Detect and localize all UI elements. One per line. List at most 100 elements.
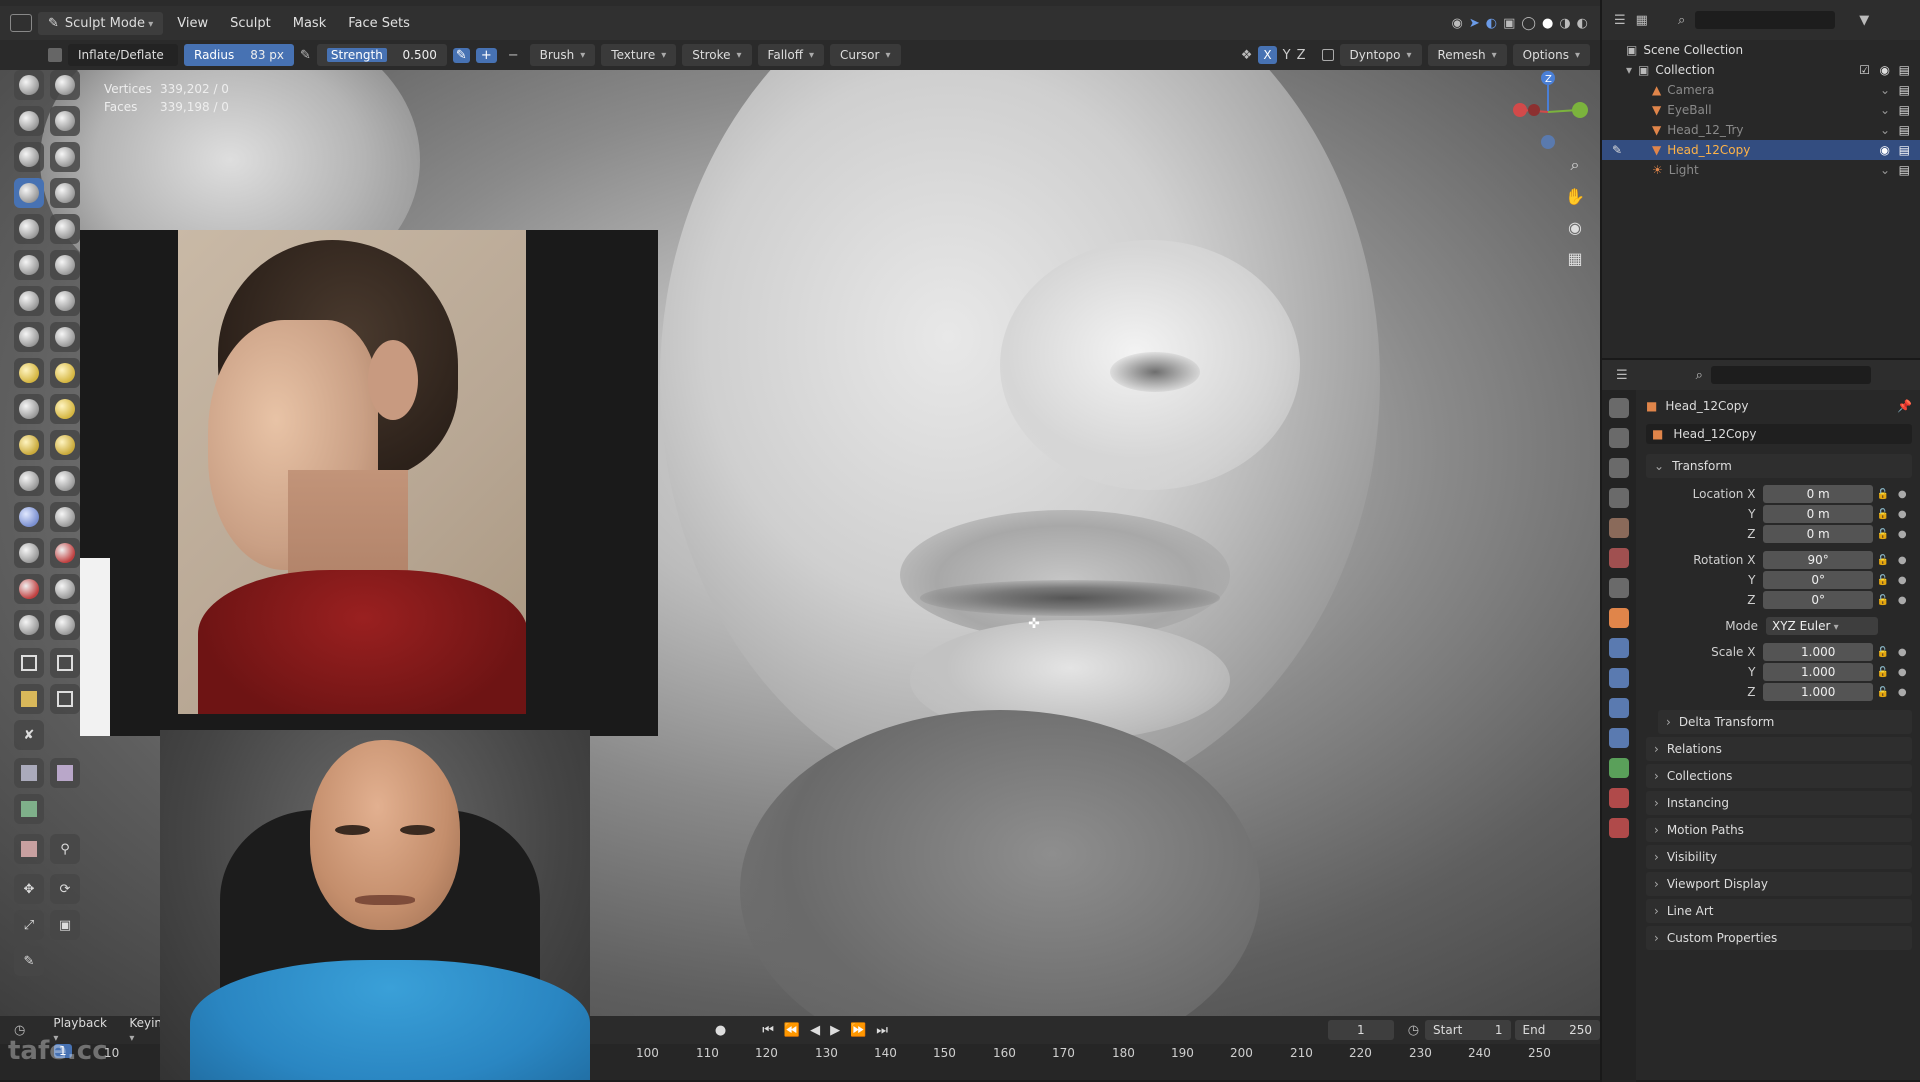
rotation-y-field[interactable]: 0° — [1763, 571, 1873, 589]
keyframe-dot-icon[interactable]: ● — [1892, 509, 1912, 520]
rendered-shading-icon[interactable]: ◐ — [1577, 16, 1588, 31]
pin-icon[interactable]: 📌 — [1897, 399, 1912, 413]
lock-icon[interactable]: 🔓 — [1873, 509, 1893, 520]
rotation-mode-dropdown[interactable]: XYZ Euler — [1766, 617, 1878, 635]
menu-face-sets[interactable]: Face Sets — [340, 14, 418, 33]
hidden-eye-icon[interactable]: ⌄ — [1880, 123, 1890, 137]
properties-search-input[interactable] — [1710, 366, 1871, 384]
scale-x-field[interactable]: 1.000 — [1763, 643, 1873, 661]
object-datablock-row[interactable]: ■ Head_12Copy — [1646, 424, 1912, 444]
box-hide-tool[interactable] — [50, 648, 80, 678]
relations-section[interactable]: Relations — [1646, 737, 1912, 761]
camera-view-icon[interactable]: ◉ — [1568, 218, 1582, 237]
perspective-grid-icon[interactable]: ▦ — [1567, 249, 1582, 268]
lock-icon[interactable]: 🔓 — [1873, 489, 1893, 500]
options-dropdown[interactable]: Options — [1512, 44, 1590, 66]
box-mask-tool[interactable] — [14, 648, 44, 678]
transform-section[interactable]: Transform — [1646, 454, 1912, 478]
blob-brush-tool[interactable] — [50, 178, 80, 208]
collection-tab-icon[interactable] — [1609, 578, 1629, 598]
material-shading-icon[interactable]: ◑ — [1559, 16, 1570, 31]
mask-brush-tool[interactable] — [14, 538, 44, 568]
scale-y-field[interactable]: 1.000 — [1763, 663, 1873, 681]
zoom-icon[interactable]: ⌕ — [1571, 155, 1580, 175]
cloth-filter-tool[interactable] — [50, 758, 80, 788]
current-frame-field[interactable]: 1 — [1327, 1020, 1394, 1040]
cursor-dropdown[interactable]: Cursor — [830, 44, 901, 66]
collections-section[interactable]: Collections — [1646, 764, 1912, 788]
stroke-dropdown[interactable]: Stroke — [682, 44, 752, 66]
render-camera-icon[interactable]: ▤ — [1899, 63, 1910, 77]
scene-collection-row[interactable]: ▣ Scene Collection — [1602, 40, 1920, 60]
nudge-brush-tool[interactable] — [14, 430, 44, 460]
box-face-set-tool[interactable] — [14, 684, 44, 714]
instancing-section[interactable]: Instancing — [1646, 791, 1912, 815]
transform-tool[interactable]: ▣ — [50, 910, 80, 940]
layer-brush-tool[interactable] — [50, 142, 80, 172]
solid-shading-icon[interactable]: ● — [1542, 16, 1553, 31]
clay-thumb-brush-tool[interactable] — [14, 142, 44, 172]
hidden-eye-icon[interactable]: ⌄ — [1880, 83, 1890, 97]
brush-selector[interactable]: Inflate/Deflate — [68, 44, 178, 66]
render-camera-icon[interactable]: ▤ — [1899, 103, 1910, 117]
remesh-dropdown[interactable]: Remesh — [1427, 44, 1507, 66]
data-tab-icon[interactable] — [1609, 758, 1629, 778]
scene-tab-icon[interactable] — [1609, 518, 1629, 538]
cloth-brush-tool[interactable] — [14, 502, 44, 532]
boundary-brush-tool[interactable] — [50, 466, 80, 496]
collection-row[interactable]: ▾ ▣ Collection ☑ ◉ ▤ — [1602, 60, 1920, 80]
multires-displacement-eraser-tool[interactable] — [14, 574, 44, 604]
brush-preview-icon[interactable] — [48, 48, 62, 62]
pressure-radius-icon[interactable]: ✎ — [300, 48, 311, 63]
material-tab-icon[interactable] — [1609, 788, 1629, 808]
render-camera-icon[interactable]: ▤ — [1899, 123, 1910, 137]
texture-dropdown[interactable]: Texture — [601, 44, 677, 66]
overlay-icon[interactable]: ◐ — [1486, 16, 1497, 31]
prev-keyframe-icon[interactable]: ⏪ — [784, 1023, 800, 1038]
clay-strips-brush-tool[interactable] — [50, 106, 80, 136]
edit-face-set-tool[interactable] — [14, 834, 44, 864]
display-mode-icon[interactable]: ▦ — [1636, 13, 1648, 28]
custom-properties-section[interactable]: Custom Properties — [1646, 926, 1912, 950]
view-layer-tab-icon[interactable] — [1609, 488, 1629, 508]
wireframe-shading-icon[interactable]: ◯ — [1521, 16, 1536, 31]
lock-icon[interactable]: 🔓 — [1873, 687, 1893, 698]
next-keyframe-icon[interactable]: ⏩ — [850, 1023, 866, 1038]
render-camera-icon[interactable]: ▤ — [1899, 83, 1910, 97]
scrape-brush-tool[interactable] — [14, 286, 44, 316]
smooth-brush-tool[interactable] — [50, 214, 80, 244]
draw-sharp-brush-tool[interactable] — [50, 70, 80, 100]
move-tool[interactable]: ✥ — [14, 874, 44, 904]
record-keyframe-icon[interactable]: ● — [715, 1023, 726, 1038]
pinch-brush-tool[interactable] — [14, 322, 44, 352]
strength-field[interactable]: Strength 0.500 — [316, 44, 447, 66]
outliner-item-camera[interactable]: ▲ Camera ⌄ ▤ — [1602, 80, 1920, 100]
keyframe-dot-icon[interactable]: ● — [1892, 529, 1912, 540]
object-datablock-name[interactable]: Head_12Copy — [1673, 427, 1756, 441]
sculpt-mode-icon[interactable]: ✎ — [1612, 143, 1622, 157]
render-camera-icon[interactable]: ▤ — [1899, 143, 1910, 157]
mask-by-color-tool[interactable]: ⚲ — [50, 834, 80, 864]
pose-brush-tool[interactable] — [50, 394, 80, 424]
pressure-strength-icon[interactable]: ✎ — [452, 47, 470, 63]
elastic-deform-brush-tool[interactable] — [14, 358, 44, 388]
visibility-section[interactable]: Visibility — [1646, 845, 1912, 869]
outliner-search-input[interactable] — [1695, 11, 1836, 29]
editor-type-icon[interactable] — [10, 14, 32, 32]
box-trim-tool[interactable] — [50, 684, 80, 714]
thumb-brush-tool[interactable] — [14, 394, 44, 424]
pan-hand-icon[interactable]: ✋ — [1565, 187, 1585, 206]
falloff-dropdown[interactable]: Falloff — [757, 44, 825, 66]
annotate-tool[interactable]: ✎ — [14, 946, 44, 976]
lock-icon[interactable]: 🔓 — [1873, 667, 1893, 678]
preview-range-icon[interactable]: ◷ — [1408, 1023, 1419, 1038]
render-camera-icon[interactable]: ▤ — [1899, 163, 1910, 177]
render-tab-icon[interactable] — [1609, 428, 1629, 448]
delta-transform-section[interactable]: Delta Transform — [1658, 710, 1912, 734]
world-tab-icon[interactable] — [1609, 548, 1629, 568]
outliner-editor-icon[interactable]: ☰ — [1614, 13, 1626, 28]
visibility-icon[interactable]: ◉ — [1452, 16, 1463, 31]
eye-icon[interactable]: ◉ — [1880, 143, 1890, 157]
rotation-x-field[interactable]: 90° — [1763, 551, 1873, 569]
location-y-field[interactable]: 0 m — [1763, 505, 1873, 523]
